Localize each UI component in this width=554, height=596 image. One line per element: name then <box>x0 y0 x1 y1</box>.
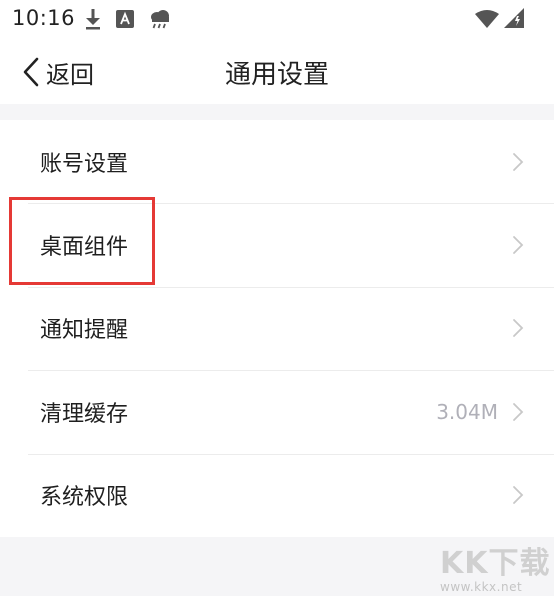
status-bar: 10:16 <box>0 0 554 38</box>
settings-item-label: 系统权限 <box>40 485 129 511</box>
cache-size-value: 3.04M <box>436 399 498 424</box>
chevron-right-icon <box>513 236 524 254</box>
settings-item-label: 桌面组件 <box>40 235 129 261</box>
font-a-icon <box>116 10 134 28</box>
settings-list: 账号设置 桌面组件 通知提醒 清理缓存 3.04M 系统权限 <box>0 120 554 537</box>
chevron-right-icon <box>513 319 524 338</box>
wifi-icon <box>475 10 499 28</box>
page-title: 通用设置 <box>224 60 329 90</box>
settings-item-label: 账号设置 <box>40 151 129 177</box>
chevron-right-icon <box>513 486 524 505</box>
chevron-right-icon <box>513 402 524 421</box>
download-icon <box>86 9 100 30</box>
settings-item-desktop-widgets[interactable]: 桌面组件 <box>0 203 554 286</box>
settings-item-notifications[interactable]: 通知提醒 <box>0 286 554 370</box>
settings-item-clear-cache[interactable]: 清理缓存 3.04M <box>0 370 554 453</box>
settings-item-system-permissions[interactable]: 系统权限 <box>0 453 554 537</box>
weather-rain-icon <box>151 10 169 29</box>
chevron-right-icon <box>513 152 524 171</box>
cellular-signal-icon <box>504 8 524 28</box>
status-time: 10:16 <box>12 6 76 30</box>
watermark: KK下载 www.kkx.net <box>438 538 554 596</box>
navigation-bar: 返回 通用设置 <box>0 38 554 104</box>
watermark-logo-text: KK下载 <box>440 546 551 581</box>
settings-item-label: 清理缓存 <box>40 401 129 427</box>
header-area: 10:16 返回 通用设置 <box>0 0 554 104</box>
watermark-url: www.kkx.net <box>440 580 523 594</box>
settings-item-account[interactable]: 账号设置 <box>0 120 554 203</box>
settings-item-label: 通知提醒 <box>40 318 129 344</box>
